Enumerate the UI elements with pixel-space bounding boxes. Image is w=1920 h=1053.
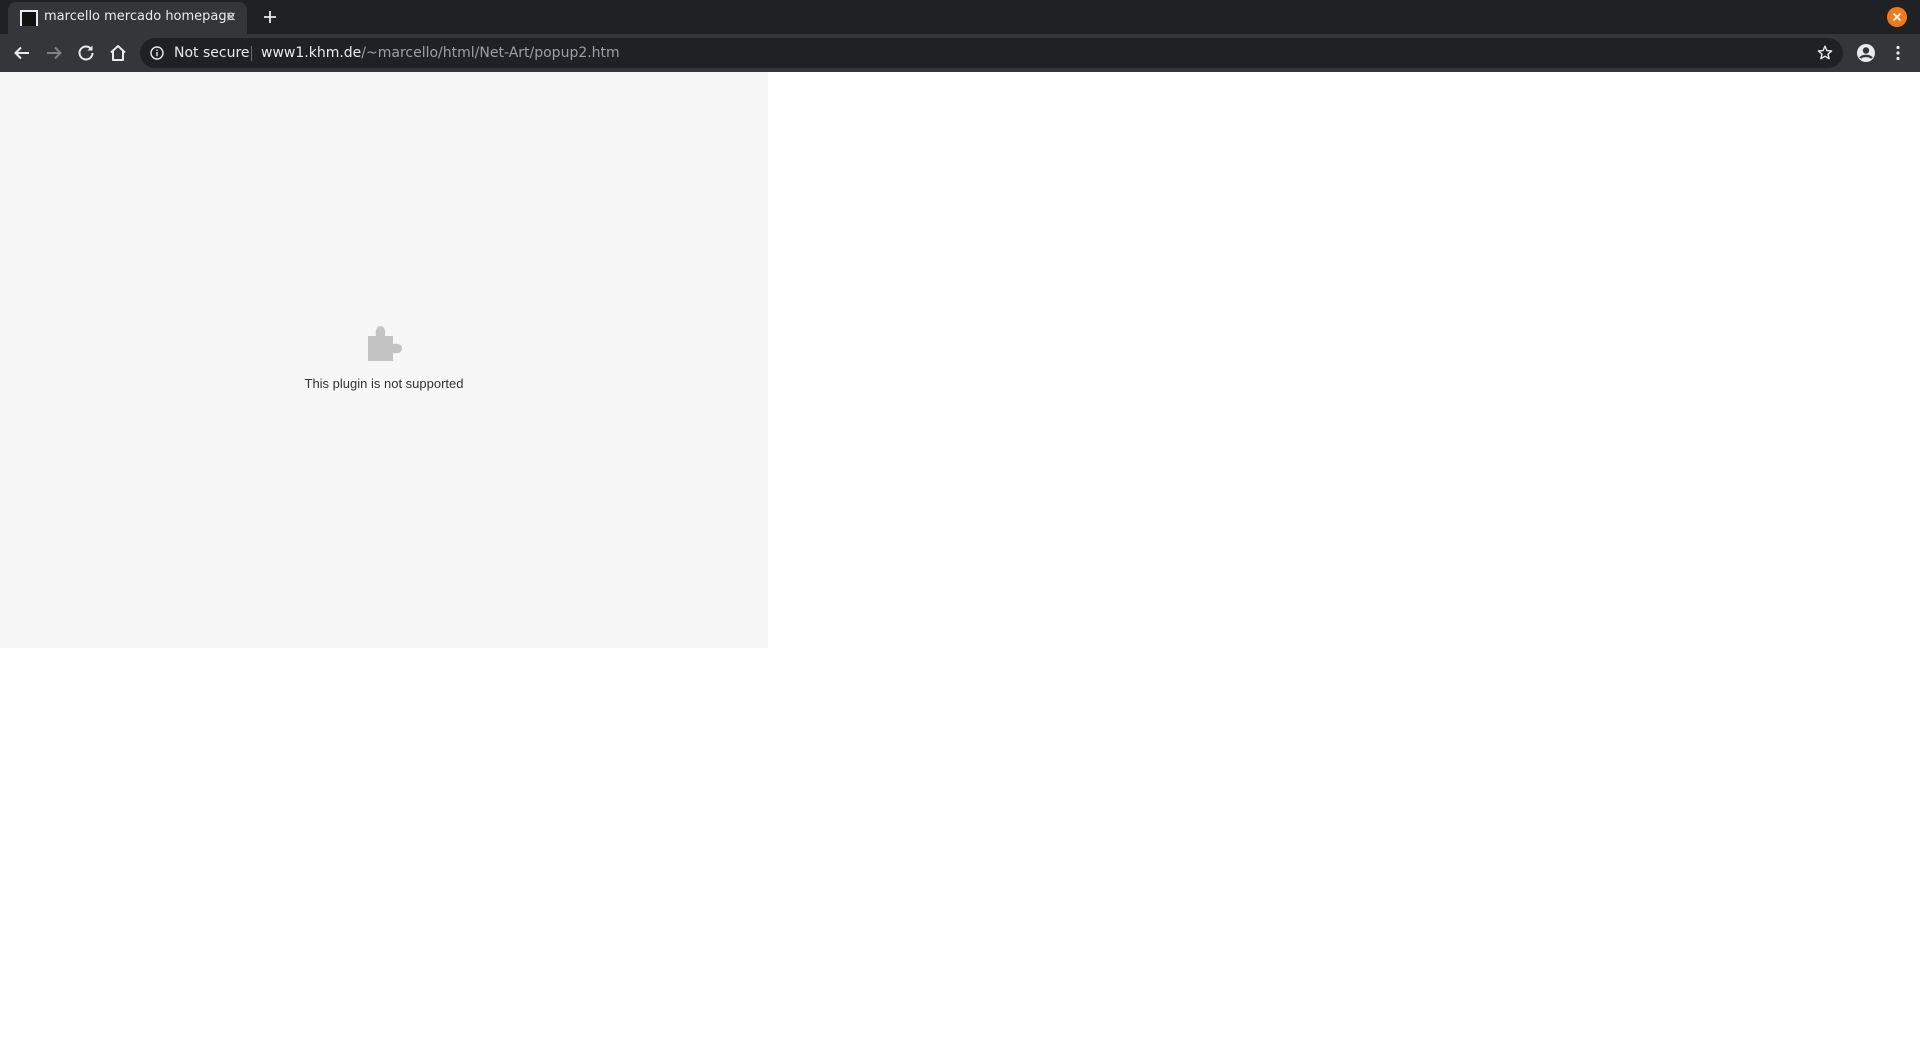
window-close-button[interactable] — [1887, 7, 1907, 27]
plugin-unsupported-message: This plugin is not supported — [304, 376, 464, 391]
arrow-right-icon — [47, 46, 62, 60]
page-favicon-icon — [20, 10, 38, 26]
puzzle-piece-icon — [368, 326, 402, 361]
home-icon — [110, 45, 126, 61]
forward-button[interactable] — [42, 41, 66, 65]
reload-icon — [78, 45, 94, 61]
menu-button[interactable] — [1886, 41, 1910, 65]
tab-strip: marcello mercado homepage × — [0, 0, 1920, 34]
info-icon[interactable] — [150, 46, 164, 60]
tab-title: marcello mercado homepage — [44, 9, 235, 24]
account-circle-icon — [1857, 44, 1875, 62]
security-status[interactable]: Not secure — [174, 45, 250, 61]
kebab-menu-icon — [1896, 45, 1900, 61]
tab-close-icon[interactable]: × — [223, 9, 239, 25]
omnibox-divider — [251, 46, 252, 61]
back-button[interactable] — [10, 41, 34, 65]
page-content: This plugin is not supported — [0, 72, 1920, 1053]
url-text[interactable]: www1.khm.de/~marcello/html/Net-Art/popup… — [261, 45, 620, 61]
tab-active[interactable]: marcello mercado homepage × — [8, 2, 247, 34]
plugin-placeholder[interactable]: This plugin is not supported — [0, 72, 768, 648]
profile-button[interactable] — [1854, 41, 1878, 65]
browser-toolbar: Not secure www1.khm.de/~marcello/html/Ne… — [0, 34, 1920, 72]
browser-window: marcello mercado homepage × Not secure w… — [0, 0, 1920, 1053]
reload-button[interactable] — [74, 41, 98, 65]
url-host: www1.khm.de — [261, 45, 362, 61]
close-icon — [1892, 12, 1902, 22]
new-tab-button[interactable] — [259, 6, 281, 28]
home-button[interactable] — [106, 41, 130, 65]
arrow-left-icon — [14, 46, 29, 60]
star-icon[interactable] — [1816, 44, 1834, 62]
url-path: /~marcello/html/Net-Art/popup2.htm — [361, 45, 620, 61]
plus-icon — [264, 11, 276, 23]
address-bar[interactable]: Not secure www1.khm.de/~marcello/html/Ne… — [140, 38, 1843, 68]
